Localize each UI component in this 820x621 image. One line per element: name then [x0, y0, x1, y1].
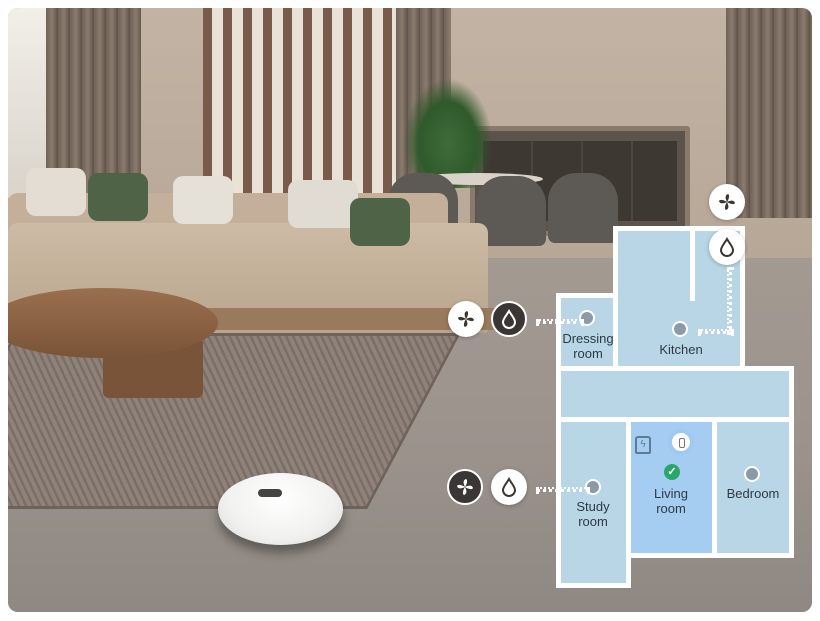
room-label: Study room [576, 499, 610, 529]
connector-line [698, 329, 734, 334]
room-label: Living room [654, 486, 688, 516]
water-drop-icon[interactable] [491, 301, 527, 337]
room-kitchen-upper[interactable] [613, 226, 695, 301]
water-drop-icon[interactable] [491, 469, 527, 505]
fan-icon[interactable] [709, 184, 745, 220]
room-marker [744, 466, 760, 482]
room-label: Kitchen [659, 342, 703, 357]
robot-position-icon [668, 429, 694, 455]
check-icon: ✓ [664, 464, 680, 480]
connector-line [727, 267, 732, 335]
fan-icon[interactable] [447, 469, 483, 505]
floor-plan: Dressing room Kitchen Study room ϟ ✓ Liv… [0, 0, 820, 621]
fan-icon[interactable] [448, 301, 484, 337]
connector-line [536, 319, 584, 324]
connector-line [536, 487, 590, 492]
water-drop-icon[interactable] [709, 229, 745, 265]
room-label: Dressing room [562, 331, 614, 361]
room-hallway[interactable] [556, 366, 794, 422]
room-label: Bedroom [726, 486, 780, 501]
charging-dock-icon: ϟ [635, 436, 651, 454]
room-marker [672, 321, 688, 337]
